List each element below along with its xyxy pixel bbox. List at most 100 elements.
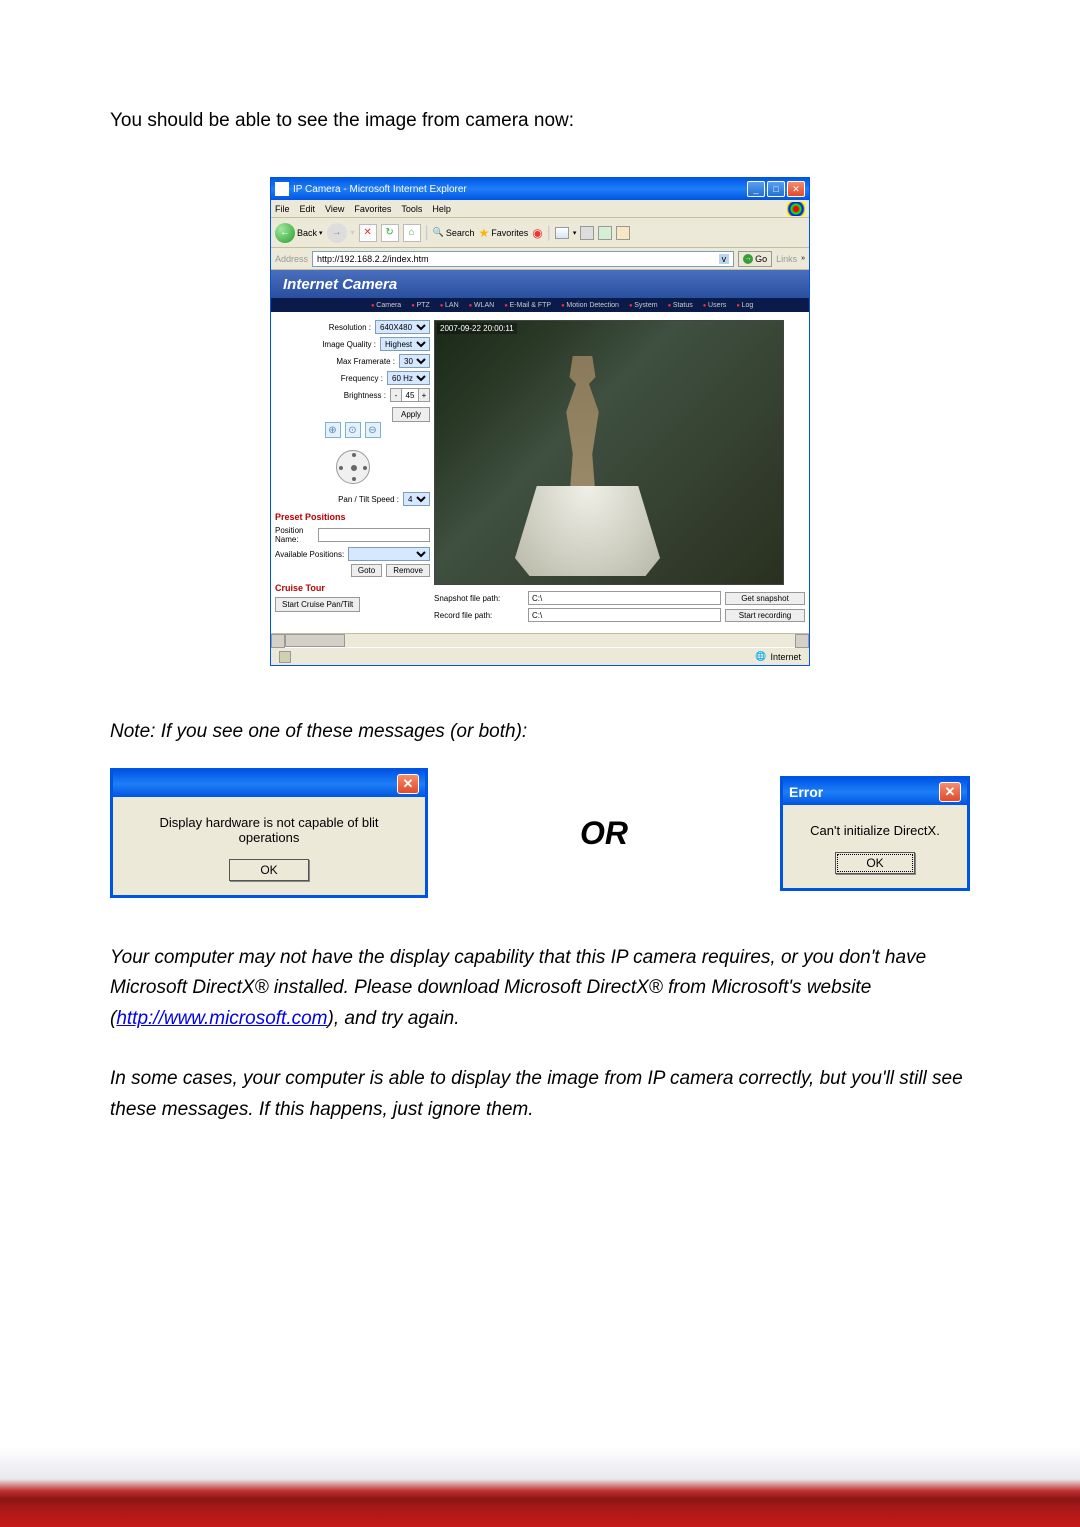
page-status-icon [279, 651, 291, 663]
start-recording-button[interactable]: Start recording [725, 609, 805, 622]
scroll-thumb[interactable] [285, 634, 345, 647]
nav-camera[interactable]: Camera [371, 302, 401, 309]
note-text: Note: If you see one of these messages (… [110, 721, 970, 743]
forward-button[interactable]: → [327, 223, 347, 243]
back-button[interactable]: ← Back▾ [275, 223, 323, 243]
scroll-right-arrow[interactable] [795, 634, 809, 648]
zoom-out-icon[interactable]: ⊖ [365, 422, 381, 438]
explanation-paragraph-1: Your computer may not have the display c… [110, 943, 970, 1034]
ie-titlebar: IP Camera - Microsoft Internet Explorer … [271, 178, 809, 200]
framerate-select[interactable]: 30 [399, 354, 430, 368]
media-button[interactable]: ◉ [532, 226, 542, 240]
brightness-label: Brightness : [275, 391, 386, 400]
menu-file[interactable]: File [275, 204, 290, 214]
available-positions-select[interactable] [348, 547, 430, 561]
microsoft-link[interactable]: http://www.microsoft.com [116, 1008, 327, 1029]
ok-button[interactable]: OK [229, 859, 308, 881]
links-label[interactable]: Links [776, 254, 797, 264]
menu-tools[interactable]: Tools [401, 204, 422, 214]
nav-system[interactable]: System [629, 302, 658, 309]
nav-motion[interactable]: Motion Detection [561, 302, 619, 309]
stop-button[interactable]: ✕ [359, 224, 377, 242]
home-button[interactable]: ⌂ [403, 224, 421, 242]
mail-icon[interactable] [555, 227, 569, 239]
edit-icon[interactable] [598, 226, 612, 240]
directx-error-dialog: Error ✕ Can't initialize DirectX. OK [780, 776, 970, 891]
close-button[interactable]: ✕ [787, 181, 805, 197]
cruise-tour-heading: Cruise Tour [275, 583, 430, 593]
frequency-label: Frequency : [275, 374, 383, 383]
minimize-button[interactable]: _ [747, 181, 765, 197]
camera-settings-panel: Resolution : 640X480 Image Quality : Highe… [275, 320, 430, 625]
menu-edit[interactable]: Edit [300, 204, 316, 214]
nav-email-ftp[interactable]: E-Mail & FTP [504, 302, 551, 309]
record-path-label: Record file path: [434, 611, 524, 620]
menu-view[interactable]: View [325, 204, 344, 214]
pantilt-speed-select[interactable]: 4 [403, 492, 430, 506]
menu-help[interactable]: Help [432, 204, 451, 214]
quality-label: Image Quality : [275, 340, 376, 349]
video-content-lamp [515, 486, 660, 576]
nav-status[interactable]: Status [668, 302, 693, 309]
blit-error-dialog: ✕ Display hardware is not capable of bli… [110, 768, 428, 898]
print-icon[interactable] [580, 226, 594, 240]
nav-log[interactable]: Log [736, 302, 753, 309]
nav-wlan[interactable]: WLAN [469, 302, 495, 309]
or-separator: OR [580, 815, 628, 852]
nav-users[interactable]: Users [703, 302, 727, 309]
get-snapshot-button[interactable]: Get snapshot [725, 592, 805, 605]
goto-button[interactable]: Goto [351, 564, 382, 577]
apply-button[interactable]: Apply [392, 407, 430, 422]
zoom-reset-icon[interactable]: ⊙ [345, 422, 361, 438]
brightness-value: 45 [402, 388, 418, 402]
framerate-label: Max Framerate : [275, 357, 395, 366]
dialog-close-button[interactable]: ✕ [397, 774, 419, 794]
dialog-close-button[interactable]: ✕ [939, 782, 961, 802]
camera-header: Internet Camera [271, 270, 809, 298]
resolution-label: Resolution : [275, 323, 371, 332]
ptz-control-pad[interactable] [336, 450, 370, 484]
messenger-icon[interactable] [616, 226, 630, 240]
frequency-select[interactable]: 60 Hz [387, 371, 430, 385]
dialog-title: Error [789, 784, 939, 800]
brightness-plus[interactable]: + [418, 388, 430, 402]
horizontal-scrollbar[interactable] [271, 633, 809, 647]
zoom-in-icon[interactable]: ⊕ [325, 422, 341, 438]
maximize-button[interactable]: □ [767, 181, 785, 197]
dialog-message: Can't initialize DirectX. [801, 823, 949, 838]
ie-menubar: File Edit View Favorites Tools Help [271, 200, 809, 218]
nav-ptz[interactable]: PTZ [411, 302, 430, 309]
brightness-minus[interactable]: - [390, 388, 402, 402]
preset-positions-heading: Preset Positions [275, 512, 430, 522]
ie-browser-window: IP Camera - Microsoft Internet Explorer … [270, 177, 810, 666]
remove-button[interactable]: Remove [386, 564, 430, 577]
refresh-button[interactable]: ↻ [381, 224, 399, 242]
scroll-left-arrow[interactable] [271, 634, 285, 648]
snapshot-path-label: Snapshot file path: [434, 594, 524, 603]
address-bar: Address http://192.168.2.2/index.htm v →… [271, 248, 809, 270]
search-button[interactable]: 🔍Search [433, 227, 475, 238]
menu-favorites[interactable]: Favorites [354, 204, 391, 214]
url-field[interactable]: http://192.168.2.2/index.htm v [312, 251, 734, 267]
address-label: Address [275, 254, 308, 264]
back-arrow-icon: ← [275, 223, 295, 243]
start-cruise-button[interactable]: Start Cruise Pan/Tilt [275, 597, 360, 612]
nav-lan[interactable]: LAN [440, 302, 459, 309]
quality-select[interactable]: Highest [380, 337, 430, 351]
globe-icon: 🌐 [755, 651, 766, 662]
record-path-input[interactable] [528, 608, 721, 622]
ie-window-title: IP Camera - Microsoft Internet Explorer [293, 184, 747, 195]
video-timestamp: 2007-09-22 20:00:11 [437, 323, 517, 334]
favorites-button[interactable]: ★Favorites [478, 226, 528, 240]
camera-navbar: Camera PTZ LAN WLAN E-Mail & FTP Motion … [271, 298, 809, 312]
camera-video-feed: 2007-09-22 20:00:11 [434, 320, 784, 585]
ok-button[interactable]: OK [835, 852, 914, 874]
snapshot-path-input[interactable] [528, 591, 721, 605]
position-name-input[interactable] [318, 528, 430, 542]
video-content-statue [550, 356, 615, 496]
go-button[interactable]: → Go [738, 251, 772, 267]
windows-logo-icon [787, 202, 805, 216]
resolution-select[interactable]: 640X480 [375, 320, 430, 334]
pantilt-speed-label: Pan / Tilt Speed : [275, 495, 399, 504]
ie-status-bar: 🌐 Internet [271, 647, 809, 665]
